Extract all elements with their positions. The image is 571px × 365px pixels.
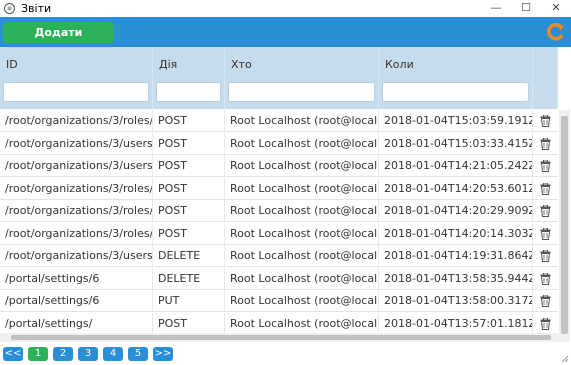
reports-table: ID Дія Хто Коли /root/organizations/3/ro… — [0, 47, 558, 342]
cell-action: PUT — [153, 290, 225, 312]
cell-who: Root Localhost (root@localhost — [225, 155, 379, 177]
cell-when: 2018-01-04T14:19:31.864Z — [379, 245, 533, 267]
refresh-icon[interactable] — [547, 23, 565, 41]
column-who[interactable]: Хто — [225, 47, 379, 109]
cell-action: POST — [153, 110, 225, 132]
vertical-scroll-thumb[interactable] — [561, 116, 568, 334]
add-button[interactable]: Додати — [3, 22, 114, 43]
delete-icon[interactable] — [540, 182, 551, 195]
vertical-scrollbar[interactable] — [559, 110, 570, 342]
table-row[interactable]: /root/organizations/3/users/18POSTRoot L… — [0, 132, 558, 155]
table-row[interactable]: /portal/settings/6 PUT Root Localhost (roo… — [0, 290, 558, 312]
delete-icon[interactable] — [540, 137, 551, 150]
resize-grip-icon[interactable] — [560, 354, 569, 363]
column-label: Коли — [385, 58, 414, 71]
table-row[interactable]: /root/organizations/3/roles/7 POST Root Lo… — [0, 222, 558, 245]
filter-who-input[interactable] — [228, 82, 375, 102]
cell-when: 2018-01-04T14:20:14.303Z — [379, 222, 533, 245]
cell-id: /root/organizations/3/roles/5 — [0, 110, 153, 132]
cell-id: /portal/settings/6 — [0, 290, 153, 312]
close-button[interactable]: ✕ — [541, 0, 571, 16]
cell-id: /root/organizations/3/roles/7 — [0, 200, 153, 222]
cell-when: 2018-01-04T14:20:29.909Z — [379, 200, 533, 222]
cell-action: POST — [153, 222, 225, 245]
delete-icon[interactable] — [540, 272, 551, 285]
cell-action: POST — [153, 200, 225, 222]
table-row[interactable]: /portal/settings/POST Root Localhost (roo… — [0, 312, 558, 335]
delete-icon[interactable] — [540, 115, 551, 127]
cell-id: /portal/settings/ — [0, 312, 153, 335]
minimize-button[interactable]: — — [481, 0, 511, 16]
table-row[interactable]: /root/organizations/3/users POST Root Loca… — [0, 155, 558, 177]
column-action[interactable]: Дія — [153, 47, 225, 109]
page-button-3[interactable]: 3 — [78, 347, 98, 361]
page-button-1[interactable]: 1 — [28, 347, 48, 361]
cell-id: /portal/settings/6 — [0, 267, 153, 290]
cell-id: /root/organizations/3/users/18 — [0, 132, 153, 155]
maximize-button[interactable]: ☐ — [511, 0, 541, 16]
cell-when: 2018-01-04T13:57:01.181Z — [379, 312, 533, 335]
column-when[interactable]: Коли — [379, 47, 533, 109]
filter-when-input[interactable] — [382, 82, 529, 102]
delete-icon[interactable] — [540, 250, 551, 262]
page-button-5[interactable]: 5 — [128, 347, 148, 361]
cell-who: Root Localhost (root@localhost — [225, 312, 379, 335]
cell-when: 2018-01-04T13:58:00.317Z — [379, 290, 533, 312]
column-label: ID — [6, 58, 18, 71]
page-button-4[interactable]: 4 — [103, 347, 123, 361]
cell-id: /root/organizations/3/users/7 — [0, 245, 153, 267]
column-label: Дія — [159, 58, 178, 71]
table-row[interactable]: /root/organizations/3/users/7 DELETE Root … — [0, 245, 558, 267]
toolbar: Додати — [0, 17, 571, 47]
cell-action: POST — [153, 177, 225, 200]
cell-id: /root/organizations/3/users — [0, 155, 153, 177]
window-titlebar: Звіти — ☐ ✕ — [0, 0, 571, 16]
cell-when: 2018-01-04T13:58:35.944Z — [379, 267, 533, 290]
filter-action-input[interactable] — [156, 82, 221, 102]
cell-who: Root Localhost (root@localhost — [225, 200, 379, 222]
table-header: ID Дія Хто Коли — [0, 47, 558, 109]
delete-icon[interactable] — [540, 205, 551, 217]
cell-action: POST — [153, 155, 225, 177]
table-row[interactable]: /portal/settings/6 DELETE Root Localhost (… — [0, 267, 558, 290]
delete-icon[interactable] — [540, 227, 551, 240]
filter-id-input[interactable] — [3, 82, 149, 102]
cell-when: 2018-01-04T14:21:05.242Z — [379, 155, 533, 177]
delete-icon[interactable] — [540, 317, 551, 330]
cell-who: Root Localhost (root@localhost — [225, 290, 379, 312]
cell-action: DELETE — [153, 245, 225, 267]
cell-when: 2018-01-04T14:20:53.601Z — [379, 177, 533, 200]
cell-when: 2018-01-04T15:03:59.191Z — [379, 110, 533, 132]
cell-id: /root/organizations/3/roles/8 — [0, 177, 153, 200]
cell-who: Root Localhost (root@localhost — [225, 177, 379, 200]
cell-action: POST — [153, 132, 225, 155]
page-first-button[interactable]: << — [3, 347, 23, 361]
column-label: Хто — [231, 58, 252, 71]
cell-who: Root Localhost (root@localhost — [225, 132, 379, 155]
cell-who: Root Localhost (root@localhost — [225, 222, 379, 245]
cell-id: /root/organizations/3/roles/7 — [0, 222, 153, 245]
cell-action: POST — [153, 312, 225, 335]
app-icon — [4, 2, 15, 14]
delete-icon[interactable] — [540, 295, 551, 307]
horizontal-scroll-thumb[interactable] — [11, 335, 551, 340]
pagination: << 1 2 3 4 5 >> — [3, 347, 178, 361]
column-actions — [533, 47, 558, 109]
page-next-button[interactable]: >> — [153, 347, 173, 361]
table-row[interactable]: /root/organizations/3/roles/8 POST Root Lo… — [0, 177, 558, 200]
window-title: Звіти — [21, 1, 52, 15]
cell-who: Root Localhost (root@localhost — [225, 245, 379, 267]
cell-who: Root Localhost (root@localhost — [225, 110, 379, 132]
cell-who: Root Localhost (root@localhost — [225, 267, 379, 290]
page-button-2[interactable]: 2 — [53, 347, 73, 361]
cell-when: 2018-01-04T15:03:33.415Z — [379, 132, 533, 155]
horizontal-scrollbar[interactable] — [0, 333, 559, 342]
cell-action: DELETE — [153, 267, 225, 290]
table-row[interactable]: /root/organizations/3/roles/5 POST Root Lo… — [0, 110, 558, 132]
delete-icon[interactable] — [540, 160, 551, 172]
table-row[interactable]: /root/organizations/3/roles/7 POST Root Lo… — [0, 200, 558, 222]
column-id[interactable]: ID — [0, 47, 153, 109]
